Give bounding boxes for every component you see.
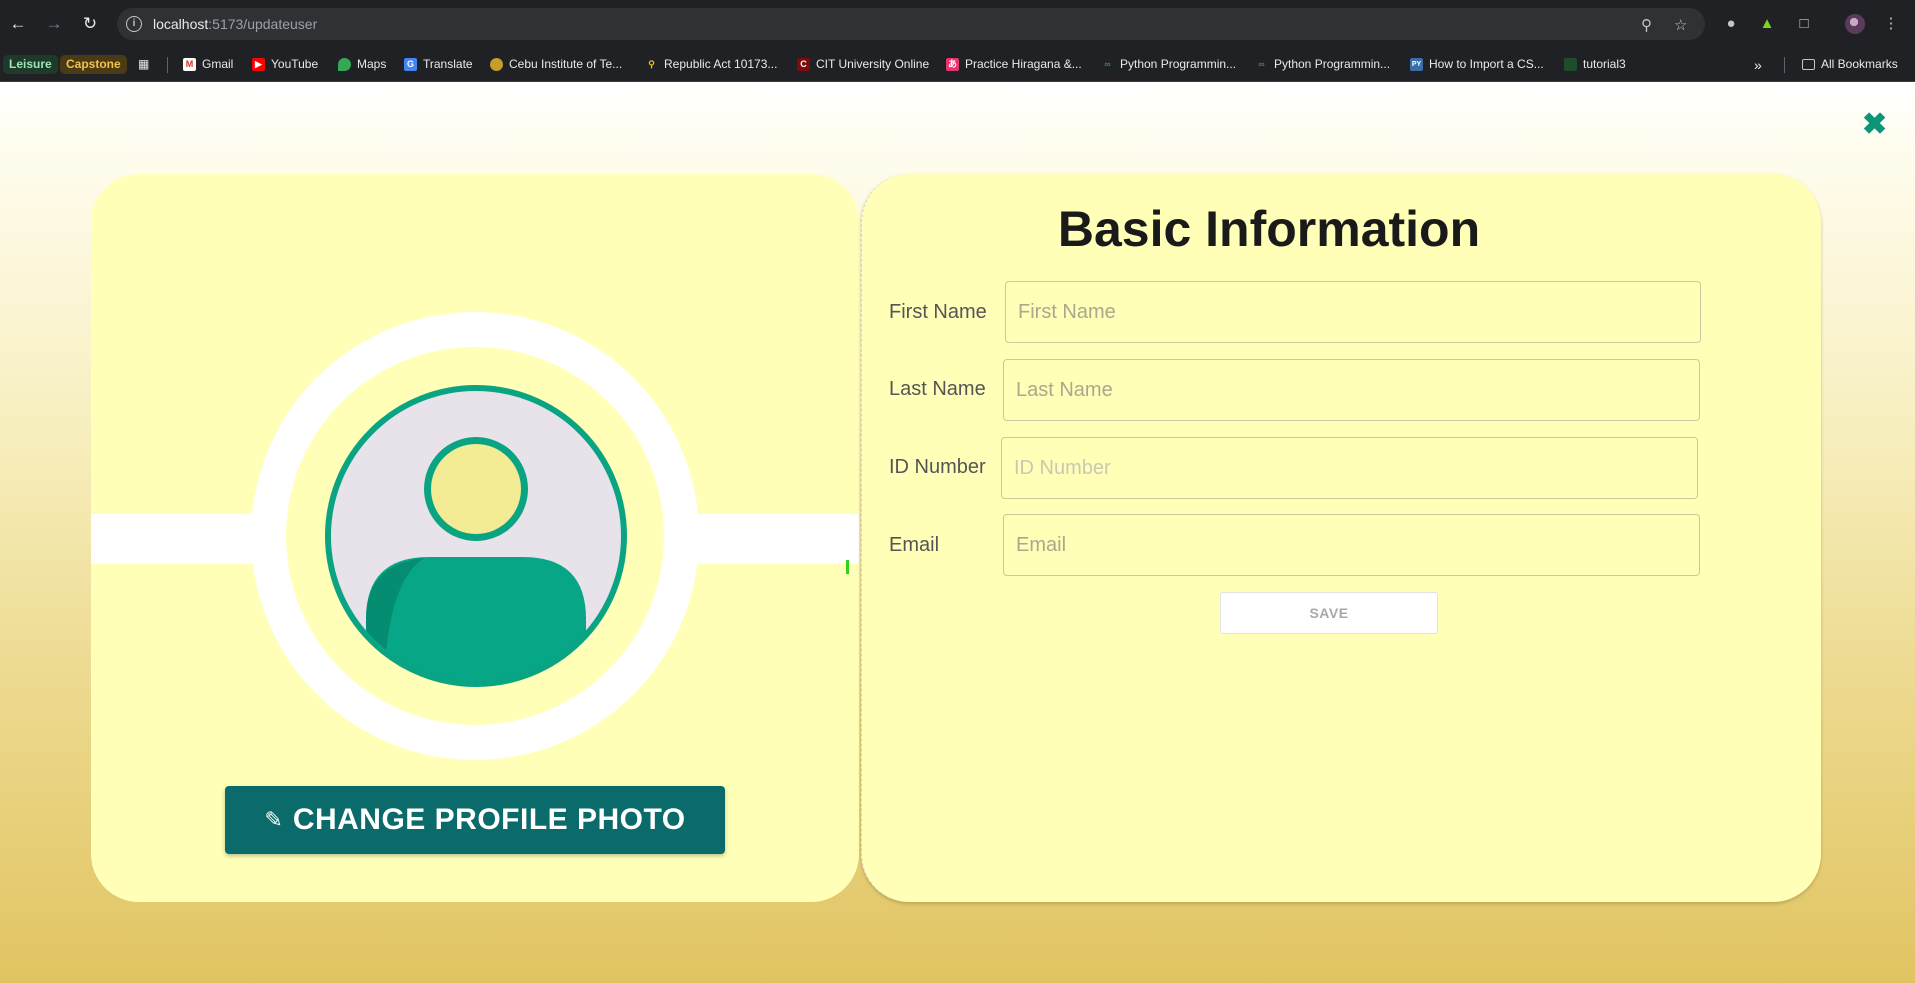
bookmark-youtube[interactable]: ▶ YouTube [252, 57, 318, 71]
password-key-icon[interactable]: ⚲ [1641, 16, 1652, 34]
menu-kebab-icon[interactable]: ⋮ [1880, 13, 1902, 35]
bookmark-star-icon[interactable]: ☆ [1674, 16, 1687, 34]
back-icon[interactable]: ← [6, 12, 30, 36]
last-name-label: Last Name [889, 378, 986, 400]
bookmark-import-csv[interactable]: PY How to Import a CS... [1410, 57, 1544, 71]
bookmark-translate[interactable]: G Translate [404, 57, 473, 71]
first-name-label: First Name [889, 301, 987, 323]
gfg-icon: ∞ [1258, 58, 1265, 69]
resize-handle-mark [846, 560, 849, 574]
youtube-icon: ▶ [252, 57, 265, 71]
last-name-input[interactable] [1003, 359, 1700, 421]
avatar [325, 385, 627, 687]
apps-grid-icon[interactable]: ▦ [138, 57, 149, 71]
cit-icon [490, 57, 503, 71]
extension-2-icon[interactable]: ▲ [1756, 13, 1778, 35]
bookmark-folder-capstone[interactable]: Capstone [60, 55, 127, 74]
page-title: Basic Information [1057, 201, 1481, 257]
change-profile-photo-button[interactable]: ✎ CHANGE PROFILE PHOTO [225, 786, 725, 854]
hiragana-icon: あ [946, 57, 959, 71]
folder-icon [1802, 58, 1815, 70]
bookmark-folder-leisure[interactable]: Leisure [3, 55, 58, 74]
extension-1-icon[interactable]: ● [1720, 13, 1742, 35]
url-text[interactable]: localhost:5173/updateuser [153, 16, 317, 32]
bookmark-divider [1784, 57, 1785, 73]
gmail-icon: M [183, 57, 196, 71]
profile-avatar[interactable] [1845, 14, 1865, 34]
reload-icon[interactable]: ↻ [78, 12, 102, 36]
bookmark-republic-act[interactable]: ⚲ Republic Act 10173... [645, 57, 777, 71]
forward-icon[interactable]: → [42, 12, 66, 36]
cit-u-icon: C [797, 57, 810, 71]
id-number-label: ID Number [889, 456, 986, 478]
change-photo-label: CHANGE PROFILE PHOTO [292, 803, 686, 836]
email-input[interactable] [1003, 514, 1700, 576]
email-label: Email [889, 534, 940, 556]
address-bar[interactable]: i localhost:5173/updateuser ⚲ ☆ [117, 8, 1705, 40]
pin-icon: ⚲ [648, 58, 655, 69]
more-bookmarks-chevron-icon[interactable]: » [1754, 57, 1762, 73]
tutorial-icon [1564, 57, 1577, 71]
bookmark-python-1[interactable]: ∞ Python Programmin... [1101, 57, 1236, 71]
gfg-icon: ∞ [1104, 58, 1111, 69]
bookmark-maps[interactable]: Maps [338, 57, 386, 71]
profile-photo-card: ✎ CHANGE PROFILE PHOTO [91, 174, 859, 902]
translate-icon: G [404, 57, 417, 71]
bookmark-divider [167, 57, 168, 73]
maps-icon [338, 57, 351, 71]
first-name-input[interactable] [1005, 281, 1701, 343]
update-user-page: ✖ ✎ CHANGE PROFILE PHOTO Basic Informati… [0, 82, 1915, 983]
bookmark-gmail[interactable]: M Gmail [183, 57, 233, 71]
all-bookmarks-folder[interactable]: All Bookmarks [1802, 57, 1898, 71]
bookmarks-bar: Leisure Capstone ▦ M Gmail ▶ YouTube Maps … [0, 48, 1915, 82]
bookmark-cit-online[interactable]: C CIT University Online [797, 57, 929, 71]
id-number-input[interactable] [1001, 437, 1698, 499]
pencil-icon: ✎ [264, 807, 283, 832]
py-icon: PY [1410, 57, 1423, 71]
bookmark-cebu-institute[interactable]: Cebu Institute of Te... [490, 57, 622, 71]
extensions-puzzle-icon[interactable]: □ [1793, 13, 1815, 35]
close-icon[interactable]: ✖ [1862, 110, 1887, 140]
save-button[interactable]: SAVE [1220, 592, 1438, 634]
site-info-icon[interactable]: i [126, 16, 142, 32]
bookmark-hiragana[interactable]: あ Practice Hiragana &... [946, 57, 1082, 71]
bookmark-tutorial3[interactable]: tutorial3 [1564, 57, 1626, 71]
bookmark-python-2[interactable]: ∞ Python Programmin... [1255, 57, 1390, 71]
browser-toolbar: ← → ↻ i localhost:5173/updateuser ⚲ ☆ ● … [0, 0, 1915, 48]
